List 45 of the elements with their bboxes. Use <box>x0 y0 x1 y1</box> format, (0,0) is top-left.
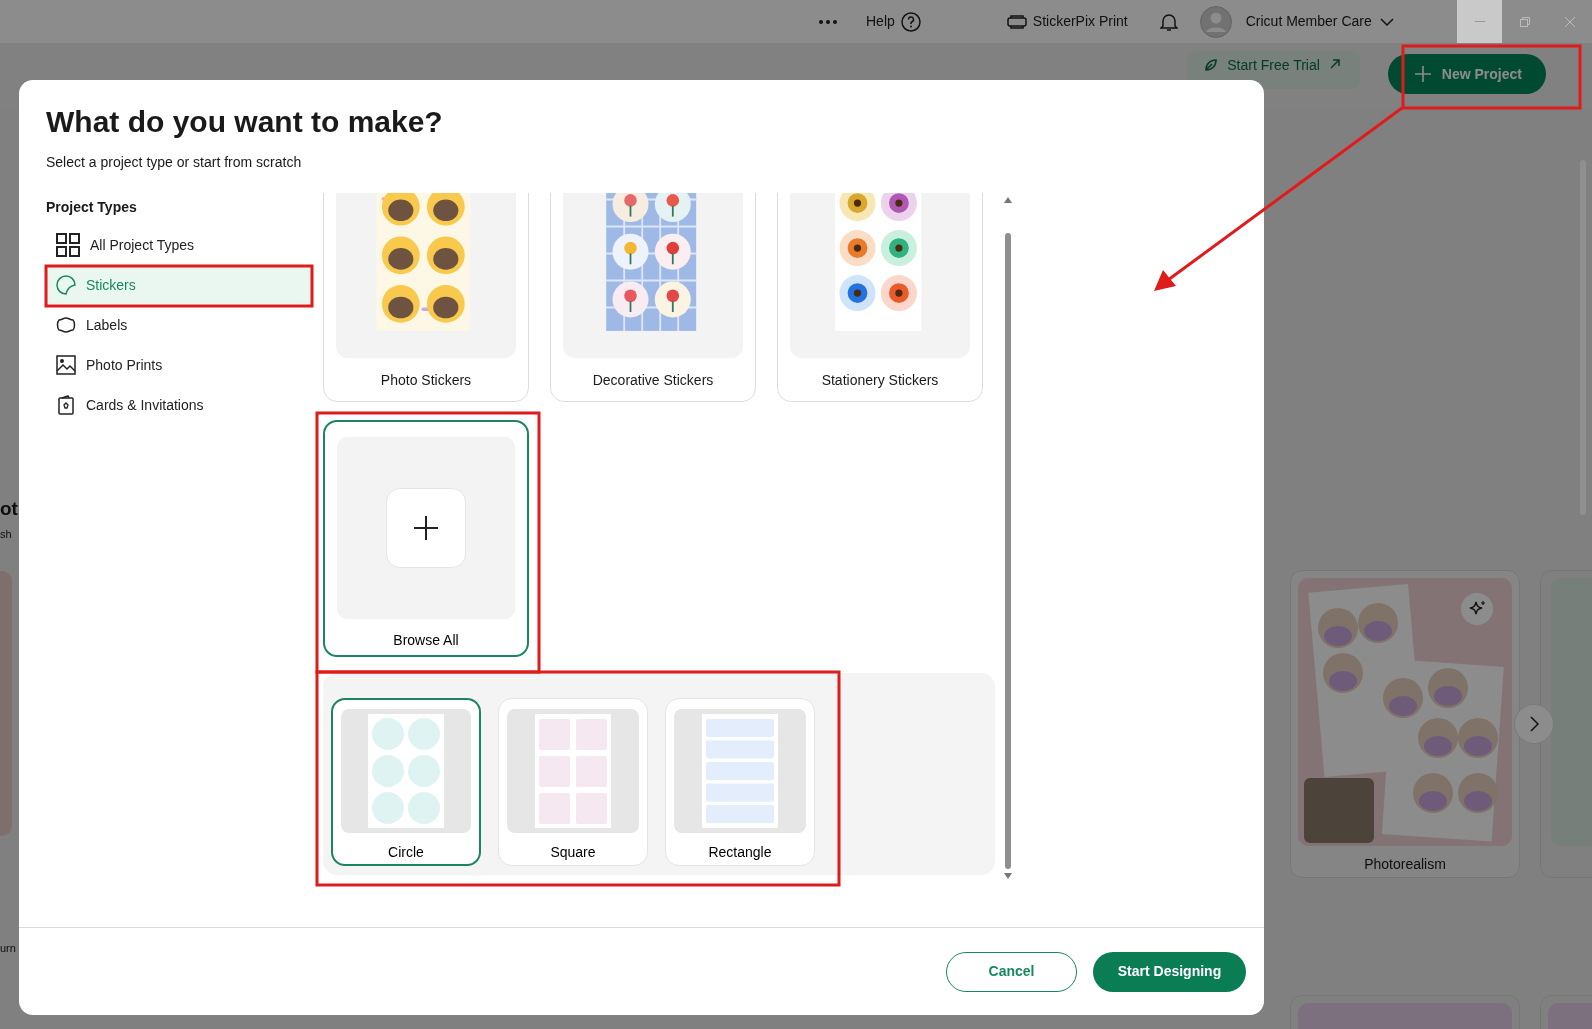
scroll-down-icon[interactable] <box>1004 873 1012 879</box>
project-card[interactable]: Stationery Stickers <box>777 193 983 402</box>
shape-card[interactable]: Circle <box>331 698 481 866</box>
close-icon <box>1564 16 1575 27</box>
help-link[interactable]: Help <box>866 11 895 32</box>
more-icon[interactable] <box>818 18 838 25</box>
sidebar-item[interactable]: Photo Prints <box>46 346 312 384</box>
minimize-icon <box>1474 21 1485 22</box>
printer-icon[interactable] <box>1006 14 1027 29</box>
card-icon <box>56 395 76 415</box>
plus-icon <box>1413 65 1432 83</box>
start-designing-button[interactable]: Start Designing <box>1093 951 1246 992</box>
cancel-button[interactable]: Cancel <box>946 951 1077 992</box>
help-icon[interactable] <box>900 11 921 32</box>
browse-all-card[interactable]: Browse All <box>323 420 529 657</box>
chevron-down-icon[interactable] <box>1379 17 1394 26</box>
machine-name[interactable]: StickerPix Print <box>1032 11 1128 32</box>
plus-icon <box>413 515 439 541</box>
section-heading: ot <box>0 498 19 520</box>
label-icon <box>56 315 76 335</box>
section-description: sh <box>0 527 13 542</box>
sidebar-item[interactable]: Cards & Invitations <box>46 386 312 424</box>
sidebar-item[interactable]: All Project Types <box>46 226 312 264</box>
shape-card[interactable]: Rectangle <box>665 698 815 866</box>
project-card[interactable]: Photo Stickers <box>323 193 529 402</box>
scrollbar-thumb[interactable] <box>1005 233 1011 869</box>
sidebar-heading: Project Types <box>46 198 138 217</box>
sticker-icon <box>56 275 76 295</box>
project-card[interactable]: Decorative Stickers <box>550 193 756 402</box>
leaf-icon <box>1205 59 1218 71</box>
sidebar-item[interactable]: Labels <box>46 306 312 344</box>
card-description: urn <box>0 940 17 956</box>
dialog-subtitle: Select a project type or start from scratch <box>46 153 303 172</box>
image-icon <box>56 355 76 375</box>
card-title: Photorealism <box>1363 855 1447 874</box>
scroll-up-icon[interactable] <box>1004 197 1012 203</box>
dialog-title: What do you want to make? <box>46 104 444 140</box>
chevron-right-icon <box>1529 716 1539 732</box>
account-menu[interactable]: Cricut Member Care <box>1245 11 1372 32</box>
sidebar-item[interactable]: Stickers <box>46 266 312 304</box>
maximize-icon <box>1519 16 1530 27</box>
shape-card[interactable]: Square <box>498 698 648 866</box>
bell-icon[interactable] <box>1159 11 1178 32</box>
grid-icon <box>56 233 80 257</box>
external-link-icon <box>1329 59 1340 69</box>
